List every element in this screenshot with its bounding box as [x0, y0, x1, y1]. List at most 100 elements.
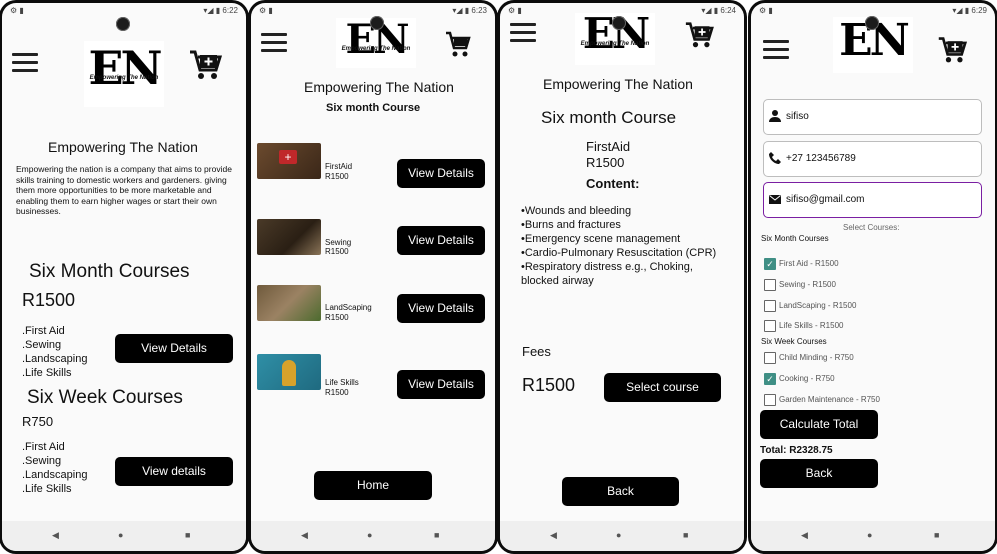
- nav-back-icon[interactable]: ◀: [550, 530, 557, 541]
- content-label: Content:: [586, 176, 640, 191]
- nav-home-icon[interactable]: ●: [367, 530, 372, 540]
- list-item: .First Aid: [22, 325, 65, 337]
- six-month-price: R1500: [22, 290, 76, 310]
- landscaping-view-details-button[interactable]: View Details: [397, 294, 485, 323]
- list-item: •Emergency scene management: [521, 233, 681, 245]
- list-item: •Respiratory distress e.g., Choking,: [521, 261, 693, 273]
- sewing-view-details-button[interactable]: View Details: [397, 226, 485, 255]
- checkbox-garden-maintenance[interactable]: [764, 394, 776, 406]
- brand-title: Empowering The Nation: [48, 139, 198, 155]
- back-button[interactable]: Back: [760, 459, 878, 488]
- list-item: •Cardio-Pulmonary Resuscitation (CPR): [521, 247, 717, 259]
- home-button[interactable]: Home: [314, 471, 432, 500]
- name-field[interactable]: sifiso: [763, 99, 982, 135]
- logo: EN Empowering The Nation: [84, 41, 164, 107]
- add-to-cart-icon[interactable]: [937, 35, 967, 65]
- checkbox-label: First Aid - R1500: [779, 259, 839, 268]
- logo-tagline: Empowering The Nation: [89, 75, 159, 81]
- six-week-courses-label: Six Week Courses: [761, 337, 827, 346]
- nav-back-icon[interactable]: ◀: [801, 530, 808, 541]
- checkbox-sewing[interactable]: [764, 279, 776, 291]
- six-month-courses-label: Six Month Courses: [761, 234, 829, 243]
- list-item: blocked airway: [521, 275, 594, 287]
- hamburger-menu-icon[interactable]: [763, 40, 789, 60]
- hamburger-menu-icon[interactable]: [510, 23, 536, 43]
- back-button[interactable]: Back: [562, 477, 679, 506]
- status-icons-left: ⚙ ▮: [259, 6, 273, 15]
- checkbox-label: LandScaping - R1500: [779, 301, 857, 310]
- select-courses-label: Select Courses:: [843, 223, 900, 232]
- checkbox-first-aid[interactable]: ✓: [764, 258, 776, 270]
- firstaid-view-details-button[interactable]: View Details: [397, 159, 485, 188]
- six-month-courses-heading: Six Month Courses: [29, 261, 190, 282]
- name-value: sifiso: [786, 111, 809, 122]
- phone-screen-home: ⚙ ▮ ▾◢ ▮ 6:22 EN Empowering The Nation E…: [2, 3, 246, 551]
- company-description: Empowering the nation is a company that …: [16, 164, 232, 216]
- hamburger-menu-icon[interactable]: [12, 53, 38, 73]
- nav-recents-icon[interactable]: ■: [683, 530, 688, 540]
- checkbox-child-minding[interactable]: [764, 352, 776, 364]
- course-name: Life Skills: [325, 378, 359, 387]
- cart-icon[interactable]: [445, 31, 471, 58]
- course-price: R1500: [325, 313, 349, 322]
- nav-recents-icon[interactable]: ■: [434, 530, 439, 540]
- six-week-view-details-button[interactable]: View details: [115, 457, 233, 486]
- checkbox-life-skills[interactable]: [764, 320, 776, 332]
- brand-title: Empowering The Nation: [304, 79, 454, 95]
- nav-back-icon[interactable]: ◀: [52, 530, 59, 541]
- camera-icon: [116, 17, 130, 31]
- camera-icon: [612, 16, 626, 30]
- navigation-bar: ◀ ● ■: [251, 521, 495, 551]
- course-title: Six month Course: [541, 108, 677, 127]
- logo-initials: EN: [88, 41, 162, 95]
- nav-home-icon[interactable]: ●: [118, 530, 123, 540]
- nav-back-icon[interactable]: ◀: [301, 530, 308, 541]
- checkbox-landscaping[interactable]: [764, 300, 776, 312]
- sewing-course-image: [257, 219, 321, 255]
- checkbox-label: Cooking - R750: [779, 374, 835, 383]
- six-week-course-list: .First Aid .Sewing .Landscaping .Life Sk…: [22, 440, 87, 496]
- course-name: FirstAid: [325, 162, 353, 171]
- phone-screen-six-month-list: ⚙ ▮ ▾◢ ▮ 6:23 EN Empowering The Nation E…: [251, 3, 495, 551]
- checkbox-cooking[interactable]: ✓: [764, 373, 776, 385]
- nav-recents-icon[interactable]: ■: [934, 530, 939, 540]
- landscaping-course-image: [257, 285, 321, 321]
- status-bar: ⚙ ▮ ▾◢ ▮ 6:29: [751, 3, 995, 17]
- camera-icon: [865, 16, 879, 30]
- hamburger-menu-icon[interactable]: [261, 33, 287, 53]
- list-item: .First Aid: [22, 441, 65, 453]
- status-bar: ⚙ ▮ ▾◢ ▮ 6:22: [2, 3, 246, 17]
- email-field[interactable]: sifiso@gmail.com: [763, 182, 982, 218]
- list-item: .Life Skills: [22, 483, 72, 495]
- calculate-total-button[interactable]: Calculate Total: [760, 410, 878, 439]
- status-icons-right: ▾◢ ▮ 6:22: [203, 6, 238, 15]
- nav-home-icon[interactable]: ●: [867, 530, 872, 540]
- select-course-button[interactable]: Select course: [604, 373, 721, 402]
- six-month-course-list: .First Aid .Sewing .Landscaping .Life Sk…: [22, 324, 87, 380]
- status-icons-left: ⚙ ▮: [759, 6, 773, 15]
- checkbox-label: Child Minding - R750: [779, 353, 854, 362]
- six-month-view-details-button[interactable]: View Details: [115, 334, 233, 363]
- course-price: R1500: [586, 155, 625, 170]
- list-item: .Life Skills: [22, 367, 72, 379]
- add-to-cart-icon[interactable]: [188, 49, 222, 81]
- navigation-bar: ◀ ● ■: [2, 521, 246, 551]
- total-value: Total: R2328.75: [760, 445, 833, 456]
- status-icons-right: ▾◢ ▮ 6:24: [701, 6, 736, 15]
- phone-screen-registration: ⚙ ▮ ▾◢ ▮ 6:29 EN sifiso +27 123456789 si…: [751, 3, 995, 551]
- add-to-cart-icon[interactable]: [684, 21, 714, 49]
- nav-home-icon[interactable]: ●: [616, 530, 621, 540]
- logo-tagline: Empowering The Nation: [580, 41, 650, 47]
- phone-value: +27 123456789: [786, 153, 856, 164]
- page-subtitle: Six month Course: [326, 102, 421, 114]
- nav-recents-icon[interactable]: ■: [185, 530, 190, 540]
- navigation-bar: ◀ ● ■: [751, 521, 995, 551]
- phone-field[interactable]: +27 123456789: [763, 141, 982, 177]
- course-name: FirstAid: [586, 139, 631, 154]
- list-item: .Sewing: [22, 455, 62, 467]
- email-value: sifiso@gmail.com: [786, 194, 865, 205]
- lifeskills-view-details-button[interactable]: View Details: [397, 370, 485, 399]
- fees-label: Fees: [522, 344, 551, 359]
- status-icons-left: ⚙ ▮: [508, 6, 522, 15]
- course-price: R1500: [325, 172, 349, 181]
